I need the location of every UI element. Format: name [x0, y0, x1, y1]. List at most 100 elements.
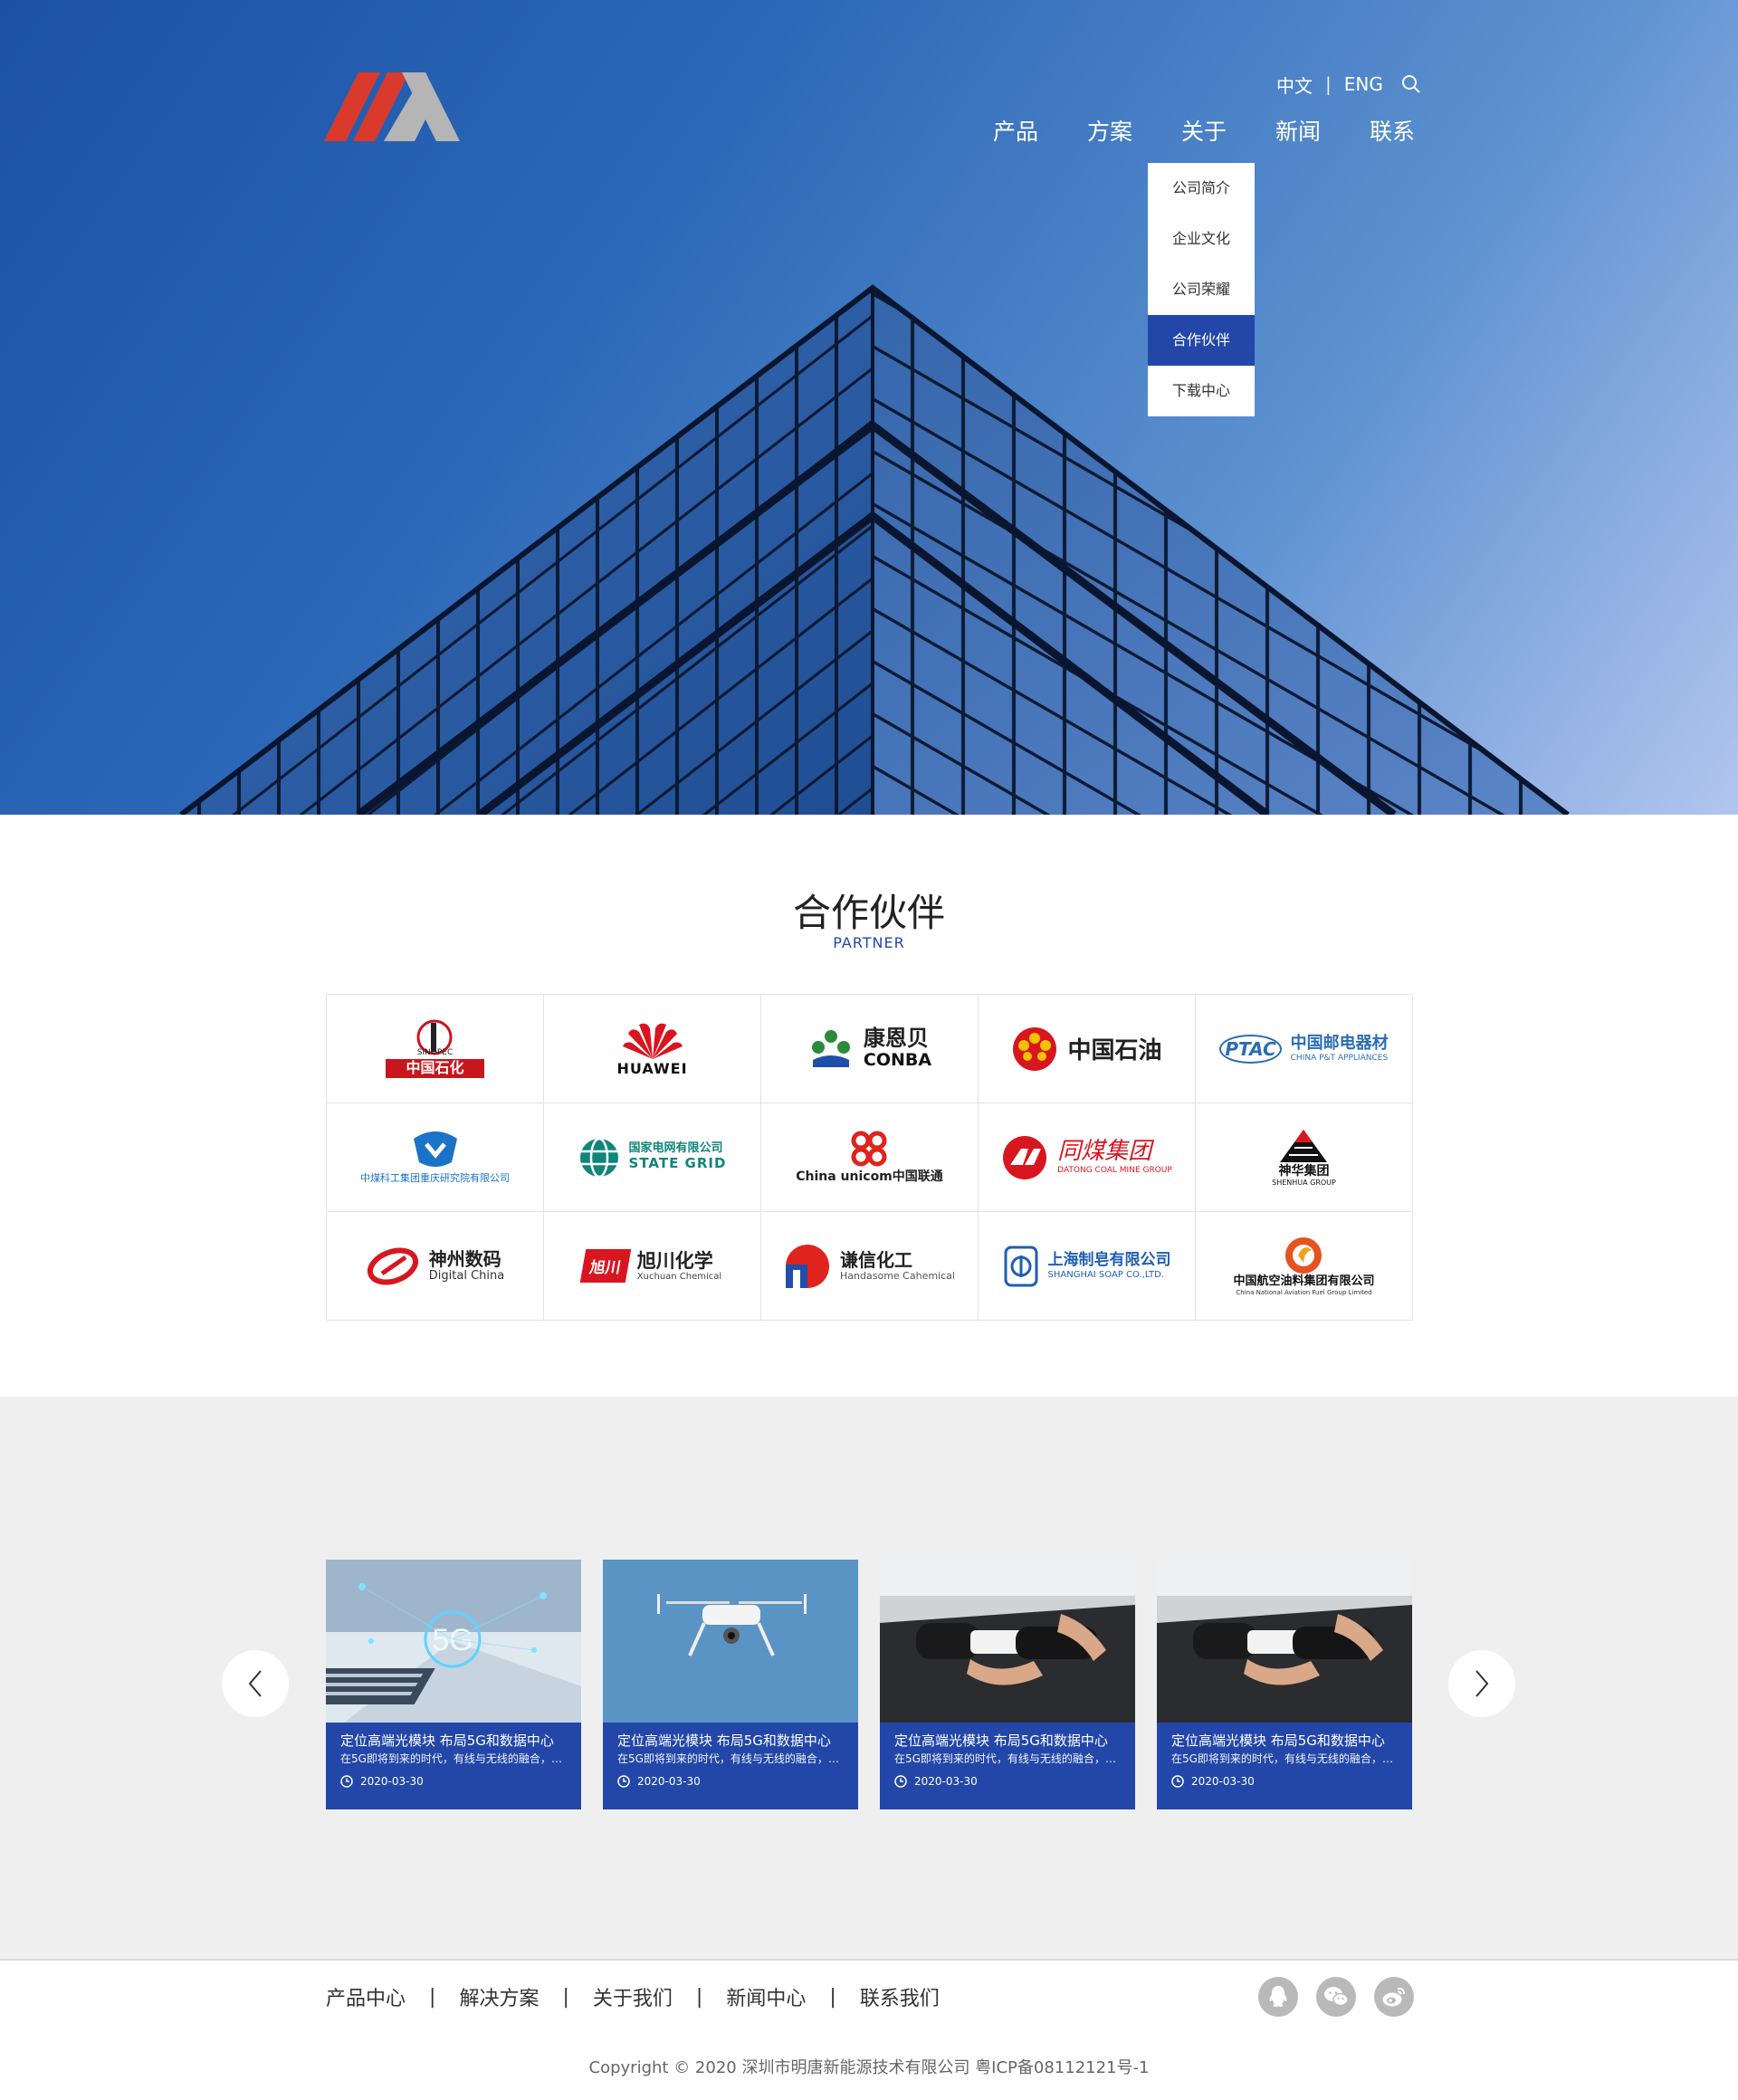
footer-separator: | [695, 1985, 703, 2009]
partner-logo-state-grid[interactable]: 国家电网有限公司 STATE GRID [544, 1103, 761, 1212]
partner-shanghai-soap-name: 上海制皂有限公司 [1047, 1250, 1171, 1269]
partner-logo-china-aviation-fuel[interactable]: 中国航空油料集团有限公司 China National Aviation Fue… [1196, 1212, 1413, 1321]
lang-separator: | [1325, 73, 1332, 95]
partner-ptac-badge: PTAC [1219, 1034, 1282, 1064]
footer-link-solutions[interactable]: 解决方案 [459, 1982, 539, 2011]
partner-logo-sinopec[interactable]: SINOPEC 中国石化 [327, 995, 544, 1103]
hero-banner: 中文 | ENG 产品 方案 关于 新闻 联系 公司简介 企业文化 公司荣耀 合… [0, 0, 1738, 815]
menu-item-company-intro[interactable]: 公司简介 [1148, 163, 1255, 214]
partner-conba-en: CONBA [863, 1050, 932, 1071]
menu-item-culture[interactable]: 企业文化 [1148, 214, 1255, 264]
partner-state-grid-name: 国家电网有限公司 [628, 1141, 723, 1156]
drone-image [603, 1560, 858, 1723]
clock-icon [1171, 1775, 1184, 1788]
partner-conba-name: 康恩贝 [863, 1025, 929, 1051]
wechat-icon[interactable] [1316, 1977, 1356, 2017]
partners-title: 合作伙伴 [792, 891, 945, 935]
conba-logo-icon [811, 1029, 850, 1067]
partner-logo-grid: SINOPEC 中国石化 HUAWEI 康恩贝 CONBA 中国石油 PTAC … [326, 994, 1413, 1321]
partner-logo-conba[interactable]: 康恩贝 CONBA [761, 995, 979, 1103]
nav-contact[interactable]: 联系 [1345, 114, 1439, 150]
nav-about[interactable]: 关于 [1157, 114, 1251, 150]
nav-solutions[interactable]: 方案 [1063, 114, 1157, 150]
partner-digital-china-name: 神州数码 [428, 1247, 501, 1270]
news-card-title: 定位高端光模块 布局5G和数据中心 [617, 1732, 831, 1749]
partner-logo-china-unicom[interactable]: China unicom中国联通 [761, 1103, 979, 1212]
news-card[interactable]: 定位高端光模块 布局5G和数据中心 在5G即将到来的时代，有线与无线的融合，已.… [1157, 1560, 1412, 1809]
partner-qianxin-en: Handasome Cahemical [840, 1269, 955, 1282]
partner-ptac-en: CHINA P&T APPLIANCES [1290, 1053, 1389, 1063]
about-dropdown-menu: 公司简介 企业文化 公司荣耀 合作伙伴 下载中心 [1148, 163, 1255, 416]
lang-english-link[interactable]: ENG [1344, 73, 1383, 95]
nav-products[interactable]: 产品 [969, 114, 1063, 150]
partner-logo-shanghai-soap[interactable]: 上海制皂有限公司 SHANGHAI SOAP CO.,LTD. [979, 1212, 1196, 1321]
partner-china-aviation-fuel-en: China National Aviation Fuel Group Limit… [1236, 1288, 1372, 1296]
news-card[interactable]: 定位高端光模块 布局5G和数据中心 在5G即将到来的时代，有线与无线的融合，已.… [603, 1560, 858, 1809]
news-card-desc: 在5G即将到来的时代，有线与无线的融合，已... [340, 1752, 567, 1765]
news-card[interactable]: 5G 定位高端光模块 布局5G和数据中心 在5G即将到来的时代，有线与无线的融合… [326, 1560, 581, 1809]
footer-link-contact[interactable]: 联系我们 [860, 1982, 940, 2011]
building-image [179, 284, 1570, 815]
news-card-date: 2020-03-30 [1191, 1775, 1255, 1788]
partner-china-unicom-name: China unicom中国联通 [796, 1169, 943, 1185]
partner-ptac-name: 中国邮电器材 [1290, 1033, 1389, 1053]
footer-link-about[interactable]: 关于我们 [593, 1982, 673, 2011]
partner-sinopec-en: SINOPEC [416, 1048, 454, 1058]
partner-logo-huawei[interactable]: HUAWEI [544, 995, 761, 1103]
news-card-date-row: 2020-03-30 [894, 1771, 1121, 1791]
partner-logo-ccteg[interactable]: 中煤科工集团重庆研究院有限公司 [327, 1103, 544, 1212]
chevron-left-icon [248, 1670, 262, 1697]
partner-datong-coal-name: 同煤集团 [1057, 1138, 1152, 1166]
footer-link-products[interactable]: 产品中心 [326, 1982, 406, 2011]
chevron-right-icon [1475, 1670, 1489, 1697]
footer-separator: | [829, 1985, 836, 2009]
partner-logo-qianxin[interactable]: 谦信化工 Handasome Cahemical [761, 1212, 979, 1321]
lang-chinese-link[interactable]: 中文 [1276, 72, 1313, 98]
partner-shenhua-en: SHENHUA GROUP [1272, 1178, 1336, 1187]
qq-icon[interactable] [1258, 1977, 1298, 2017]
ev-charger-image [880, 1560, 1135, 1723]
news-card[interactable]: 定位高端光模块 布局5G和数据中心 在5G即将到来的时代，有线与无线的融合，已.… [880, 1560, 1135, 1809]
partner-logo-petrochina[interactable]: 中国石油 [979, 995, 1196, 1103]
partner-qianxin-name: 谦信化工 [840, 1248, 913, 1271]
shenhua-logo-icon [1280, 1129, 1328, 1162]
partner-logo-datong-coal[interactable]: 同煤集团 DATONG COAL MINE GROUP [979, 1103, 1196, 1212]
menu-item-partners[interactable]: 合作伙伴 [1148, 315, 1255, 366]
search-icon[interactable] [1401, 74, 1421, 94]
carousel-next-button[interactable] [1448, 1650, 1515, 1717]
clock-icon [340, 1775, 353, 1788]
menu-item-honors[interactable]: 公司荣耀 [1148, 264, 1255, 315]
social-links [1258, 1977, 1414, 2017]
news-card-desc: 在5G即将到来的时代，有线与无线的融合，已... [1171, 1752, 1398, 1765]
company-logo[interactable] [324, 71, 476, 143]
partner-xuchuan-name: 旭川化学 [636, 1249, 713, 1272]
footer-nav: 产品中心 | 解决方案 | 关于我们 | 新闻中心 | 联系我们 [326, 1982, 940, 2011]
news-card-title: 定位高端光模块 布局5G和数据中心 [894, 1732, 1108, 1749]
weibo-icon[interactable] [1374, 1977, 1414, 2017]
ev-charger-image [1157, 1560, 1412, 1723]
partner-xuchuan-en: Xuchuan Chemical [636, 1271, 722, 1282]
nav-news[interactable]: 新闻 [1251, 114, 1345, 150]
news-card-date-row: 2020-03-30 [1171, 1771, 1398, 1791]
partner-huawei-name: HUAWEI [616, 1060, 688, 1078]
carousel-prev-button[interactable] [222, 1650, 289, 1717]
partner-xuchuan-badge: 旭川 [579, 1249, 632, 1283]
digital-china-logo-icon [367, 1247, 418, 1284]
svg-text:5G: 5G [432, 1623, 473, 1657]
partner-logo-digital-china[interactable]: 神州数码 Digital China [327, 1212, 544, 1321]
copyright-text: Copyright © 2020 深圳市明唐新能源技术有限公司 粤ICP备081… [588, 2058, 1150, 2077]
clock-icon [617, 1775, 630, 1788]
news-card-title: 定位高端光模块 布局5G和数据中心 [340, 1732, 554, 1749]
partner-logo-shenhua[interactable]: 神华集团 SHENHUA GROUP [1196, 1103, 1413, 1212]
menu-item-downloads[interactable]: 下载中心 [1148, 366, 1255, 416]
partner-state-grid-en: STATE GRID [628, 1155, 727, 1172]
news-card-date-row: 2020-03-30 [617, 1771, 844, 1791]
partner-logo-xuchuan[interactable]: 旭川 旭川化学 Xuchuan Chemical [544, 1212, 761, 1321]
huawei-logo-icon [622, 1023, 683, 1060]
state-grid-logo-icon [579, 1137, 618, 1178]
partner-logo-ptac[interactable]: PTAC 中国邮电器材 CHINA P&T APPLIANCES [1196, 995, 1413, 1103]
partner-china-aviation-fuel-name: 中国航空油料集团有限公司 [1233, 1274, 1375, 1288]
footer-separator: | [562, 1985, 569, 2009]
news-card-date-row: 2020-03-30 [340, 1771, 567, 1791]
footer-link-news[interactable]: 新闻中心 [726, 1982, 806, 2011]
